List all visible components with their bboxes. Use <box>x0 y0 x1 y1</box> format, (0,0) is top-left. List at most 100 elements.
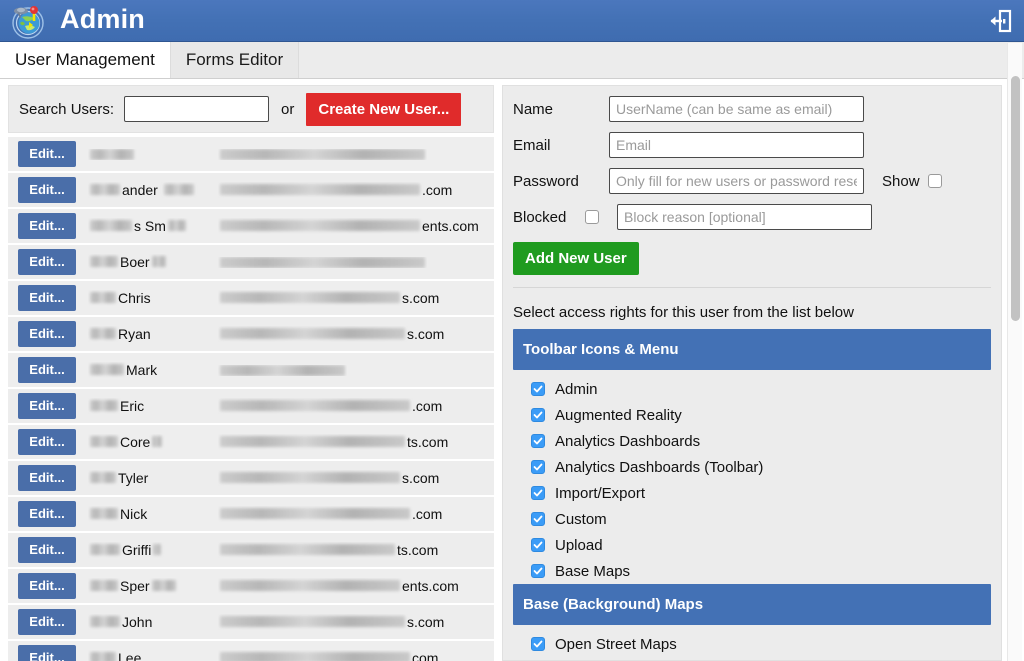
user-email-cell: s.com <box>218 470 439 486</box>
user-name-text: Nick <box>120 506 148 522</box>
redacted-text <box>90 580 118 591</box>
table-row[interactable]: Edit... Sper ents.com <box>8 569 494 605</box>
right-checkbox-checked[interactable] <box>531 637 545 651</box>
block-reason-input[interactable] <box>617 204 872 230</box>
redacted-text <box>220 580 400 591</box>
user-email-cell: .com <box>218 506 442 522</box>
edit-user-button[interactable]: Edit... <box>18 177 76 203</box>
or-label: or <box>281 100 295 118</box>
right-label: Base Maps <box>555 562 631 580</box>
right-checkbox-checked[interactable] <box>531 486 545 500</box>
redacted-text <box>167 220 186 231</box>
edit-user-button[interactable]: Edit... <box>18 321 76 347</box>
user-email-text: ts.com <box>397 542 439 558</box>
table-row[interactable]: Edit... Tyler s.com <box>8 461 494 497</box>
user-name-cell <box>88 148 218 160</box>
list-item[interactable]: Augmented Reality <box>503 402 1001 428</box>
app-header: Admin <box>0 0 1024 42</box>
show-password-checkbox[interactable] <box>927 174 942 188</box>
edit-user-button[interactable]: Edit... <box>18 573 76 599</box>
user-email-cell: ts.com <box>218 434 448 450</box>
edit-user-button[interactable]: Edit... <box>18 357 76 383</box>
user-name-cell: Boer <box>88 254 218 270</box>
redacted-text <box>151 256 166 267</box>
user-name-cell: s Sm <box>88 218 218 234</box>
email-input[interactable] <box>609 132 864 158</box>
table-row[interactable]: Edit... Nick .com <box>8 497 494 533</box>
user-email-cell: ents.com <box>218 578 459 594</box>
tab-forms-editor-label: Forms Editor <box>185 50 284 69</box>
right-checkbox-checked[interactable] <box>531 564 545 578</box>
list-item[interactable]: Import/Export <box>503 480 1001 506</box>
table-row[interactable]: Edit... Eric .com <box>8 389 494 425</box>
edit-user-button[interactable]: Edit... <box>18 285 76 311</box>
table-row[interactable]: Edit... Griffi ts.com <box>8 533 494 569</box>
form-row-email: Email <box>513 132 991 158</box>
edit-user-button[interactable]: Edit... <box>18 609 76 635</box>
edit-user-button[interactable]: Edit... <box>18 393 76 419</box>
list-item[interactable]: ArcGIS Map <box>503 657 1001 660</box>
blocked-checkbox[interactable] <box>585 210 599 224</box>
list-item[interactable]: Upload <box>503 532 1001 558</box>
right-checkbox-checked[interactable] <box>531 538 545 552</box>
redacted-text <box>220 292 400 303</box>
user-email-cell: ents.com <box>218 218 479 234</box>
table-row[interactable]: Edit... Boer <box>8 245 494 281</box>
list-item[interactable]: Analytics Dashboards (Toolbar) <box>503 454 1001 480</box>
user-name-cell: Ryan <box>88 326 218 342</box>
redacted-text <box>151 580 176 591</box>
right-checkbox-checked[interactable] <box>531 460 545 474</box>
user-name-text: Lee <box>118 650 142 661</box>
table-row[interactable]: Edit... John s.com <box>8 605 494 641</box>
user-name-cell: ander <box>88 182 218 198</box>
name-input[interactable] <box>609 96 864 122</box>
password-input[interactable] <box>609 168 864 194</box>
table-row[interactable]: Edit... s Sm ents.com <box>8 209 494 245</box>
edit-user-button[interactable]: Edit... <box>18 537 76 563</box>
user-name-text: s Sm <box>134 218 166 234</box>
page-scrollbar-thumb[interactable] <box>1011 76 1020 321</box>
list-item[interactable]: Open Street Maps <box>503 631 1001 657</box>
redacted-text <box>220 436 405 447</box>
add-new-user-button[interactable]: Add New User <box>513 242 639 275</box>
edit-user-button[interactable]: Edit... <box>18 249 76 275</box>
table-row[interactable]: Edit... Lee com <box>8 641 494 661</box>
create-new-user-button[interactable]: Create New User... <box>306 92 462 126</box>
user-name-cell: Nick <box>88 506 218 522</box>
edit-user-button[interactable]: Edit... <box>18 213 76 239</box>
edit-user-button[interactable]: Edit... <box>18 465 76 491</box>
redacted-text <box>90 616 120 627</box>
edit-user-button[interactable]: Edit... <box>18 141 76 167</box>
right-checkbox-checked[interactable] <box>531 408 545 422</box>
user-email-text: s.com <box>402 470 440 486</box>
list-item[interactable]: Custom <box>503 506 1001 532</box>
list-item[interactable]: Admin <box>503 376 1001 402</box>
tab-user-management[interactable]: User Management <box>0 42 171 78</box>
list-item[interactable]: Base Maps <box>503 558 1001 584</box>
table-row[interactable]: Edit... Mark <box>8 353 494 389</box>
page-scrollbar-track[interactable] <box>1007 43 1022 661</box>
tab-forms-editor[interactable]: Forms Editor <box>170 42 300 78</box>
table-row[interactable]: Edit... <box>8 137 494 173</box>
search-input[interactable] <box>124 96 270 122</box>
app-title: Admin <box>60 4 145 34</box>
table-row[interactable]: Edit... Core ts.com <box>8 425 494 461</box>
right-label: Augmented Reality <box>555 406 682 424</box>
rights-group-header: Toolbar Icons & Menu <box>513 329 991 370</box>
search-toolbar: Search Users: or Create New User... <box>8 85 494 133</box>
edit-user-button[interactable]: Edit... <box>18 501 76 527</box>
table-row[interactable]: Edit... Ryan s.com <box>8 317 494 353</box>
table-row[interactable]: Edit... Chris s.com <box>8 281 494 317</box>
edit-user-button[interactable]: Edit... <box>18 429 76 455</box>
redacted-text <box>90 436 118 447</box>
list-item[interactable]: Analytics Dashboards <box>503 428 1001 454</box>
right-checkbox-checked[interactable] <box>531 382 545 396</box>
right-checkbox-checked[interactable] <box>531 434 545 448</box>
user-email-text: s.com <box>402 290 440 306</box>
table-row[interactable]: Edit... ander .com <box>8 173 494 209</box>
edit-user-button[interactable]: Edit... <box>18 645 76 661</box>
right-label: Analytics Dashboards (Toolbar) <box>555 458 764 476</box>
right-checkbox-checked[interactable] <box>531 512 545 526</box>
logout-button[interactable] <box>984 5 1016 37</box>
form-row-name: Name <box>513 96 991 122</box>
